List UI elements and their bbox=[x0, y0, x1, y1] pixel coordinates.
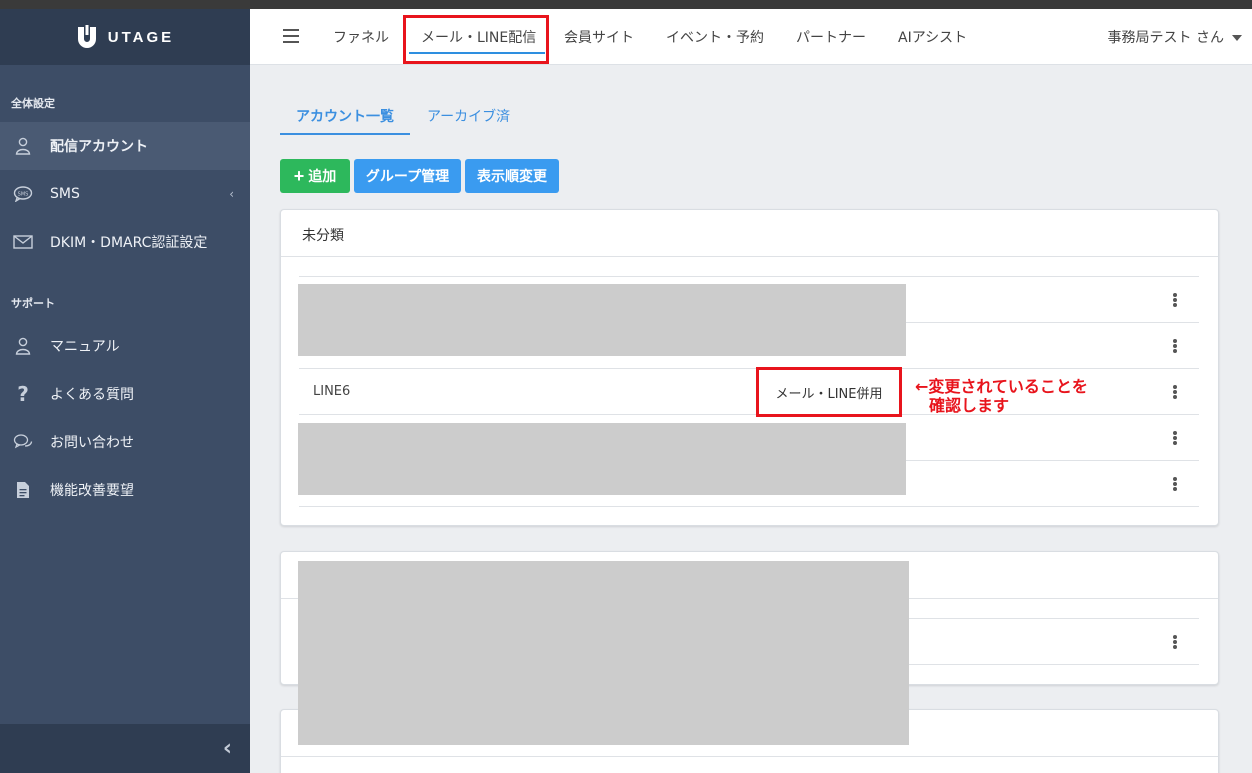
redacted-rows bbox=[298, 423, 906, 495]
group-manage-button[interactable]: グループ管理 bbox=[354, 159, 461, 193]
more-vertical-icon[interactable] bbox=[1173, 339, 1177, 353]
user-icon bbox=[12, 135, 34, 157]
more-vertical-icon[interactable] bbox=[1173, 385, 1177, 399]
nav-active-underline bbox=[409, 52, 545, 54]
add-button-label: 追加 bbox=[308, 168, 337, 184]
nav-mail-line[interactable]: メール・LINE配信 bbox=[421, 27, 536, 47]
sms-bubble-icon: SMS bbox=[12, 183, 34, 205]
order-change-button[interactable]: 表示順変更 bbox=[465, 159, 559, 193]
chevron-left-icon: ‹ bbox=[222, 736, 232, 761]
chat-icon bbox=[12, 431, 34, 453]
caret-down-icon bbox=[1232, 35, 1242, 41]
chevron-left-icon: ‹ bbox=[229, 187, 234, 201]
sidebar-item-delivery-account[interactable]: 配信アカウント bbox=[0, 122, 250, 170]
user-menu[interactable]: 事務局テスト さん bbox=[1108, 27, 1242, 47]
redacted-rows bbox=[298, 561, 909, 745]
sidebar: UTAGE 全体設定 配信アカウント SMS SMS ‹ DKIM・DMARC認… bbox=[0, 9, 250, 773]
sidebar-item-label: よくある質問 bbox=[50, 387, 134, 403]
tab-archived[interactable]: アーカイブ済 bbox=[427, 106, 510, 126]
sidebar-item-label: お問い合わせ bbox=[50, 435, 134, 451]
nav-funnel[interactable]: ファネル bbox=[333, 27, 389, 47]
sidebar-item-label: SMS bbox=[50, 186, 80, 202]
divider bbox=[299, 276, 1199, 277]
sidebar-item-manual[interactable]: マニュアル bbox=[0, 322, 250, 370]
sidebar-item-feature-request[interactable]: 機能改善要望 bbox=[0, 466, 250, 514]
divider bbox=[299, 506, 1199, 507]
divider bbox=[281, 256, 1218, 257]
more-vertical-icon[interactable] bbox=[1173, 635, 1177, 649]
top-header: ファネル メール・LINE配信 会員サイト イベント・予約 パートナー AIアシ… bbox=[250, 9, 1252, 65]
hamburger-menu-icon[interactable] bbox=[283, 29, 299, 43]
user-name: 事務局テスト さん bbox=[1107, 30, 1224, 46]
nav-ai-assist[interactable]: AIアシスト bbox=[898, 27, 967, 47]
group-title: 未分類 bbox=[302, 228, 344, 244]
section-general-settings: 全体設定 bbox=[11, 97, 55, 110]
brand[interactable]: UTAGE bbox=[0, 9, 250, 65]
nav-event[interactable]: イベント・予約 bbox=[666, 27, 764, 47]
plus-icon: + bbox=[293, 165, 305, 186]
divider bbox=[299, 368, 1199, 369]
user-icon bbox=[12, 335, 34, 357]
sidebar-item-label: 配信アカウント bbox=[50, 139, 148, 155]
redacted-rows bbox=[298, 284, 906, 356]
more-vertical-icon[interactable] bbox=[1173, 431, 1177, 445]
divider bbox=[281, 756, 1218, 757]
svg-text:SMS: SMS bbox=[18, 192, 29, 198]
add-button[interactable]: + 追加 bbox=[280, 159, 350, 193]
browser-top-strip bbox=[0, 0, 1252, 9]
account-type: メール・LINE併用 bbox=[775, 386, 883, 402]
sidebar-item-label: 機能改善要望 bbox=[50, 483, 134, 499]
annotation-line-1: ←変更されていることを bbox=[915, 377, 1088, 396]
sidebar-item-faq[interactable]: ? よくある質問 bbox=[0, 370, 250, 418]
sidebar-item-dkim-dmarc[interactable]: DKIM・DMARC認証設定 bbox=[0, 218, 250, 266]
sidebar-item-label: マニュアル bbox=[50, 339, 120, 355]
sidebar-item-sms[interactable]: SMS SMS ‹ bbox=[0, 170, 250, 218]
brand-name: UTAGE bbox=[107, 28, 175, 46]
sidebar-item-label: DKIM・DMARC認証設定 bbox=[50, 235, 208, 251]
sidebar-collapse-button[interactable]: ‹ bbox=[0, 724, 250, 773]
annotation-note: ←変更されていることを 確認します bbox=[915, 377, 1088, 415]
annotation-line-2: 確認します bbox=[929, 396, 1010, 415]
account-name[interactable]: LINE6 bbox=[313, 384, 350, 399]
more-vertical-icon[interactable] bbox=[1173, 293, 1177, 307]
more-vertical-icon[interactable] bbox=[1173, 477, 1177, 491]
utage-logo-icon bbox=[77, 25, 96, 48]
nav-member-site[interactable]: 会員サイト bbox=[564, 27, 634, 47]
sidebar-item-contact[interactable]: お問い合わせ bbox=[0, 418, 250, 466]
tab-active-underline bbox=[280, 133, 410, 135]
tab-account-list[interactable]: アカウント一覧 bbox=[296, 106, 394, 126]
nav-partner[interactable]: パートナー bbox=[796, 27, 866, 47]
question-icon: ? bbox=[17, 382, 29, 406]
envelope-icon bbox=[12, 231, 34, 253]
document-icon bbox=[12, 479, 34, 501]
account-type-highlight: メール・LINE併用 bbox=[756, 367, 902, 417]
section-support: サポート bbox=[11, 297, 55, 310]
